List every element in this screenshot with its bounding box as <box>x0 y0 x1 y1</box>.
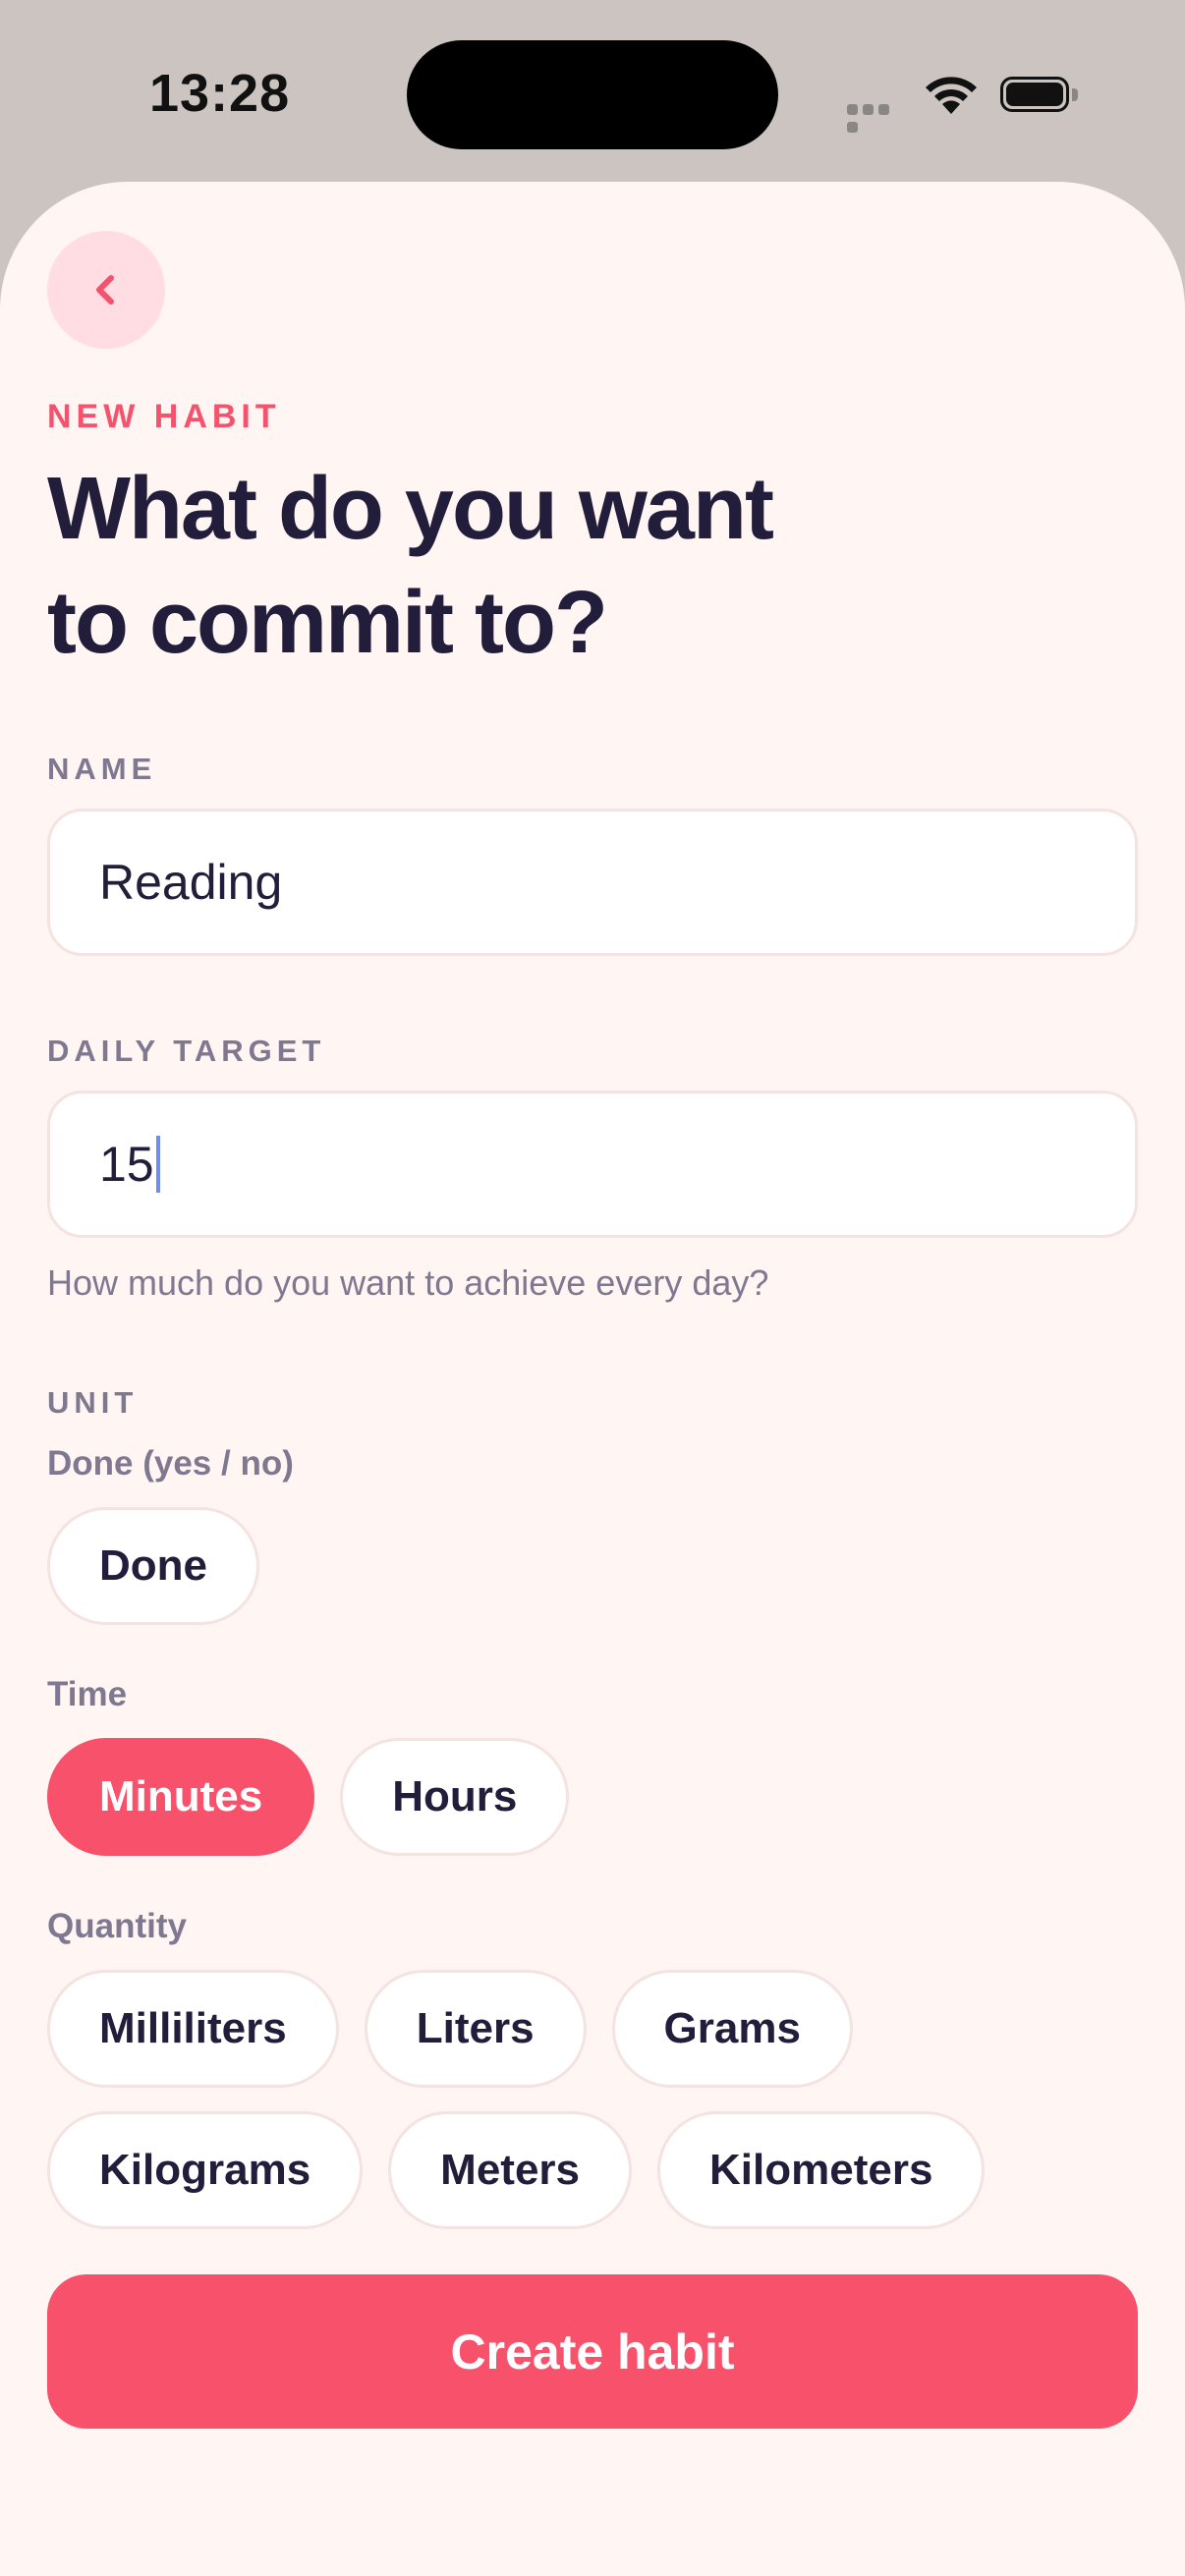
new-habit-sheet: NEW HABIT What do you want to commit to?… <box>0 182 1185 2576</box>
name-input[interactable]: Reading <box>47 809 1138 956</box>
daily-target-helper: How much do you want to achieve every da… <box>47 1262 769 1303</box>
text-caret <box>155 1136 160 1193</box>
unit-group-quantity-row-2: Kilograms Meters Kilometers <box>47 2111 986 2229</box>
page-title-line-2: to commit to? <box>47 574 608 672</box>
unit-chip-minutes[interactable]: Minutes <box>47 1738 315 1856</box>
unit-chip-kilometers[interactable]: Kilometers <box>657 2111 986 2229</box>
eyebrow-label: NEW HABIT <box>47 398 281 435</box>
wifi-icon <box>924 75 979 116</box>
unit-group-time-label: Time <box>47 1675 128 1713</box>
daily-target-input-value: 15 <box>99 1137 154 1192</box>
name-input-value: Reading <box>99 855 283 910</box>
unit-chip-hours[interactable]: Hours <box>340 1738 570 1856</box>
cellular-signal-icon <box>847 102 908 133</box>
unit-chip-done[interactable]: Done <box>47 1507 259 1625</box>
chevron-left-icon <box>96 275 114 305</box>
name-label: NAME <box>47 752 157 786</box>
dynamic-island <box>407 40 778 149</box>
unit-chip-milliliters[interactable]: Milliliters <box>47 1970 339 2088</box>
daily-target-label: DAILY TARGET <box>47 1034 326 1068</box>
unit-chip-grams[interactable]: Grams <box>611 1970 853 2088</box>
unit-chip-kilograms[interactable]: Kilograms <box>47 2111 364 2229</box>
status-time: 13:28 <box>149 64 291 123</box>
page-title-line-1: What do you want <box>47 460 774 558</box>
back-button[interactable] <box>47 231 165 349</box>
battery-icon <box>1000 77 1081 116</box>
daily-target-input[interactable]: 15 <box>47 1091 1138 1238</box>
unit-group-quantity-label: Quantity <box>47 1907 187 1945</box>
unit-group-done-label: Done (yes / no) <box>47 1444 294 1483</box>
unit-group-time: Minutes Hours <box>47 1738 570 1856</box>
app-screen: 13:28 NEW HABIT What do you want to comm… <box>0 0 1185 2576</box>
unit-label: UNIT <box>47 1385 139 1420</box>
unit-chip-liters[interactable]: Liters <box>364 1970 587 2088</box>
unit-group-done: Done <box>47 1507 259 1625</box>
unit-group-quantity-row-1: Milliliters Liters Grams <box>47 1970 853 2088</box>
page-title: What do you want to commit to? <box>47 452 931 680</box>
create-habit-button[interactable]: Create habit <box>47 2274 1138 2429</box>
unit-chip-meters[interactable]: Meters <box>388 2111 633 2229</box>
